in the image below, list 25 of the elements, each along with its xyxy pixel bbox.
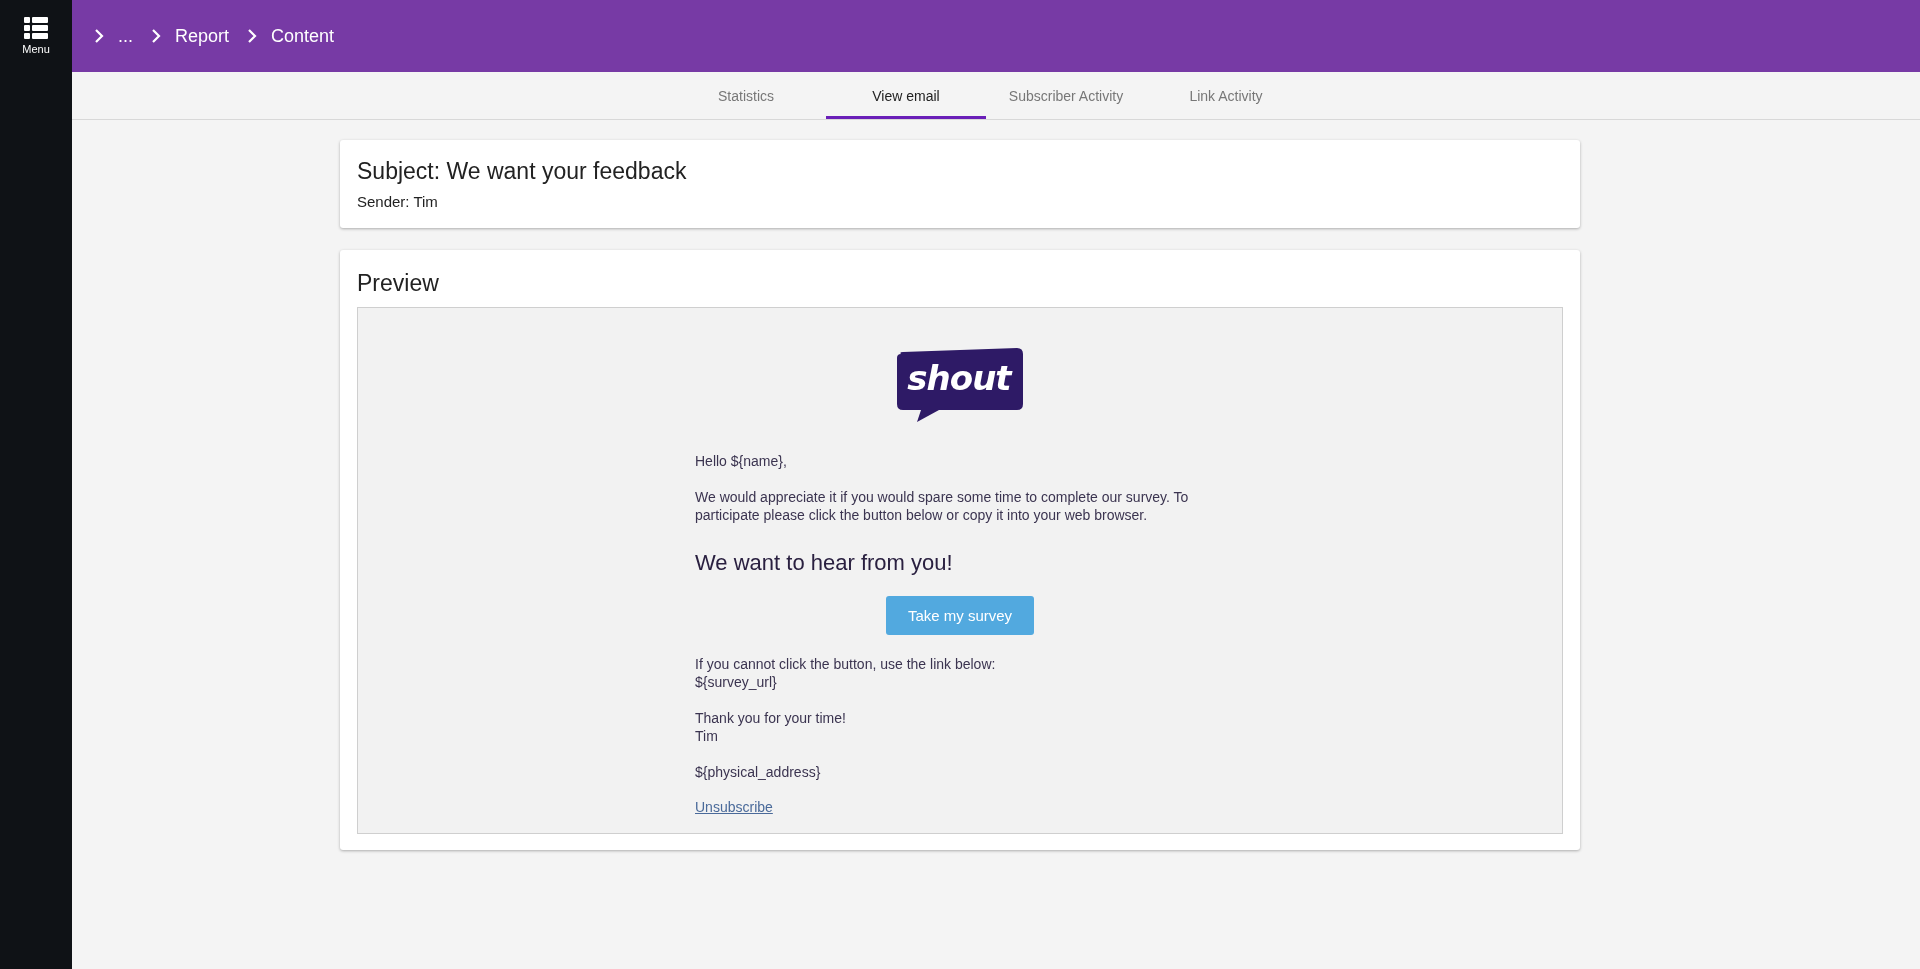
menu-button[interactable]: Menu bbox=[0, 0, 72, 72]
breadcrumb-link[interactable]: Content bbox=[271, 25, 335, 47]
preview-title: Preview bbox=[357, 270, 440, 297]
subject-title: Subject: We want your feedback bbox=[357, 158, 688, 185]
chevron-icon bbox=[94, 28, 104, 44]
chevron-icon bbox=[151, 28, 161, 44]
email-text-line: If you cannot click the button, use the link below: bbox=[695, 655, 997, 673]
email-text-line: Tim bbox=[695, 727, 719, 745]
breadcrumb-link[interactable]: Report bbox=[175, 25, 230, 47]
tab[interactable]: Link Activity bbox=[1146, 72, 1306, 119]
chevron-icon bbox=[247, 28, 258, 44]
tab[interactable]: Subscriber Activity bbox=[986, 72, 1146, 119]
tab[interactable]: View email bbox=[826, 72, 986, 119]
tab[interactable]: Statistics bbox=[666, 72, 826, 119]
breadcrumb-link[interactable]: ... bbox=[118, 25, 133, 47]
email-text-line: Thank you for your time! bbox=[695, 709, 847, 727]
speech-bubble-logo: shout bbox=[895, 348, 1025, 422]
sender-text: Sender: Tim bbox=[357, 193, 439, 210]
menu-icon bbox=[24, 17, 48, 39]
body-paragraph: We would appreciate it if you would spare some time to complete our survey. To participate please click the button below or copy it into your web browser. bbox=[695, 488, 1190, 524]
address-text: ${physical_address} bbox=[695, 763, 822, 781]
greeting-text: Hello ${name}, bbox=[695, 452, 788, 470]
email-heading: We want to hear from you! bbox=[695, 550, 954, 576]
unsubscribe-link[interactable]: Unsubscribe bbox=[695, 799, 773, 815]
email-text-line: ${survey_url} bbox=[695, 673, 778, 691]
